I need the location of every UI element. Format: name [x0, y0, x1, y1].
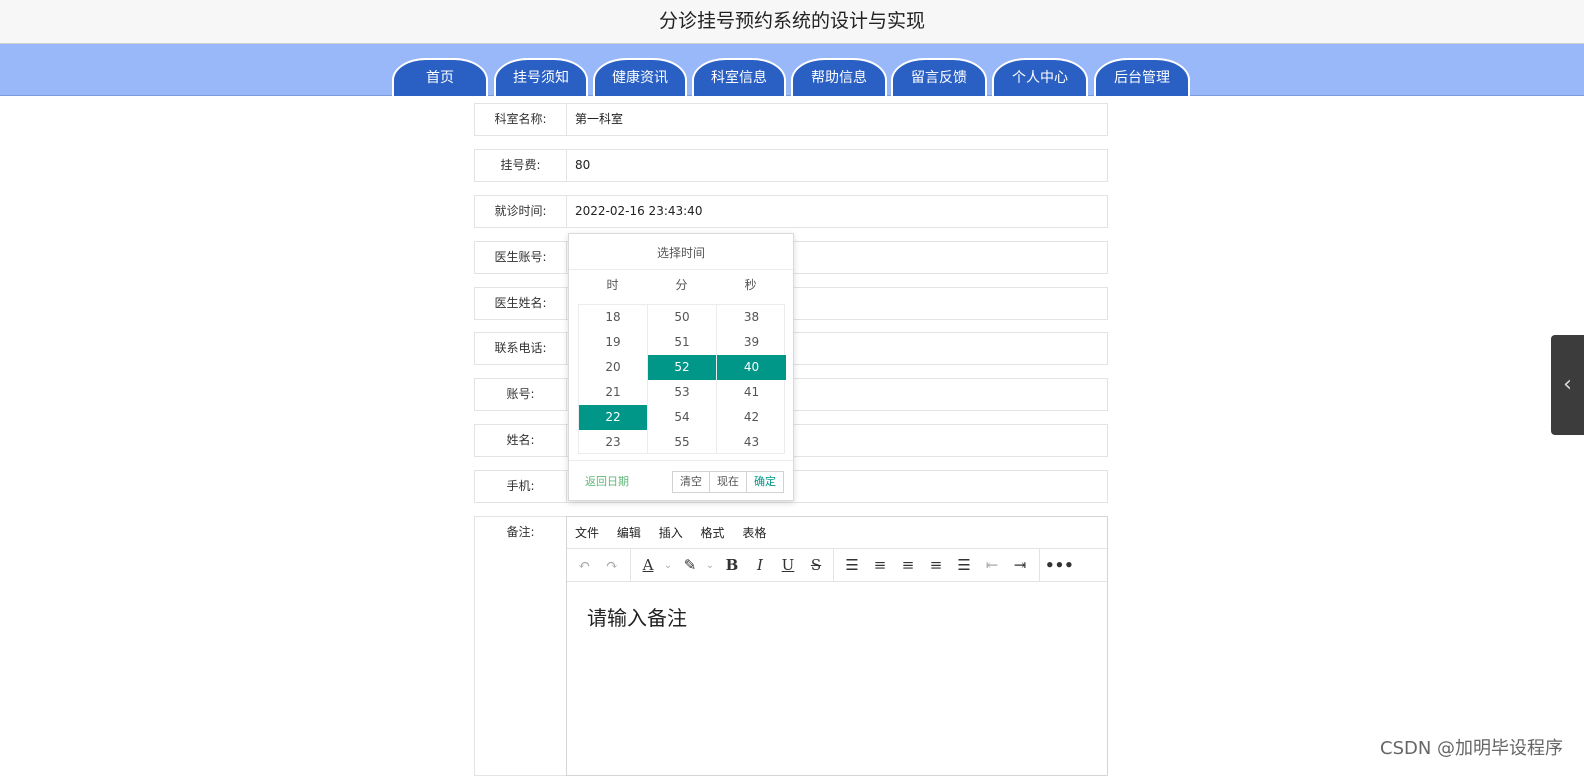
department-label: 科室名称: [474, 103, 567, 136]
second-option[interactable]: 42 [717, 405, 786, 430]
second-option[interactable]: 41 [717, 380, 786, 405]
align-right-icon[interactable]: ≡ [923, 549, 949, 582]
menu-table[interactable]: 表格 [742, 526, 766, 540]
fee-row: 挂号费: 80 [474, 149, 1108, 182]
hour-option[interactable]: 19 [579, 330, 647, 355]
menu-insert[interactable]: 插入 [659, 526, 683, 540]
editor-menubar: 文件 编辑 插入 格式 表格 [567, 517, 1107, 549]
more-icon[interactable]: ••• [1045, 549, 1074, 582]
second-option[interactable]: 39 [717, 330, 786, 355]
mobile-label: 手机: [474, 470, 567, 503]
nav-tab-registration-notice[interactable]: 挂号须知 [494, 58, 588, 96]
picker-title: 选择时间 [569, 234, 793, 270]
indent-icon[interactable]: ⇥ [1007, 549, 1033, 582]
account-label: 账号: [474, 378, 567, 411]
editor-content[interactable]: 请输入备注 [567, 582, 1107, 651]
second-column: 38 39 40 41 42 43 [717, 305, 786, 453]
nav-tab-health-news[interactable]: 健康资讯 [593, 58, 687, 96]
underline-icon[interactable]: U [775, 549, 801, 582]
bold-icon[interactable]: B [719, 549, 745, 582]
nav-tab-help[interactable]: 帮助信息 [791, 58, 887, 96]
phone-label: 联系电话: [474, 332, 567, 365]
back-to-date-link[interactable]: 返回日期 [585, 473, 629, 489]
nav-tab-feedback[interactable]: 留言反馈 [891, 58, 987, 96]
notes-label: 备注: [474, 516, 567, 776]
second-option[interactable]: 38 [717, 305, 786, 330]
minute-option[interactable]: 50 [648, 305, 716, 330]
editor-toolbar: ↶ ↷ A ⌄ ✎ ⌄ B I U S ☰ ≡ ≡ ≡ ☰ ⇤ ⇥ ••• [567, 549, 1107, 582]
clear-button[interactable]: 清空 [672, 471, 710, 493]
strikethrough-icon[interactable]: S [803, 549, 829, 582]
menu-edit[interactable]: 编辑 [617, 526, 641, 540]
name-label: 姓名: [474, 424, 567, 457]
hour-option-selected[interactable]: 22 [579, 405, 647, 430]
minute-column: 50 51 52 53 54 55 [648, 305, 717, 453]
minute-option[interactable]: 54 [648, 405, 716, 430]
italic-icon[interactable]: I [747, 549, 773, 582]
fee-label: 挂号费: [474, 149, 567, 182]
now-button[interactable]: 现在 [709, 471, 747, 493]
nav-tab-admin[interactable]: 后台管理 [1094, 58, 1190, 96]
picker-headers: 时 分 秒 [578, 276, 785, 296]
department-row: 科室名称: 第一科室 [474, 103, 1108, 136]
hour-header: 时 [606, 278, 619, 292]
hour-option[interactable]: 23 [579, 430, 647, 455]
page-title: 分诊挂号预约系统的设计与实现 [658, 10, 925, 32]
minute-option[interactable]: 55 [648, 430, 716, 455]
hour-option[interactable]: 18 [579, 305, 647, 330]
visit-time-field[interactable]: 2022-02-16 23:43:40 [566, 195, 1108, 228]
minute-option[interactable]: 51 [648, 330, 716, 355]
watermark: CSDN @加明毕设程序 [1380, 738, 1564, 759]
doctor-account-label: 医生账号: [474, 241, 567, 274]
confirm-button[interactable]: 确定 [746, 471, 784, 493]
align-justify-icon[interactable]: ☰ [951, 549, 977, 582]
align-center-icon[interactable]: ≡ [895, 549, 921, 582]
main-nav: 首页 挂号须知 健康资讯 科室信息 帮助信息 留言反馈 个人中心 后台管理 [0, 44, 1584, 96]
hour-column: 18 19 20 21 22 23 [579, 305, 648, 453]
visit-time-label: 就诊时间: [474, 195, 567, 228]
menu-format[interactable]: 格式 [701, 526, 725, 540]
nav-tab-home[interactable]: 首页 [392, 58, 488, 96]
notes-row: 备注: 文件 编辑 插入 格式 表格 ↶ ↷ A ⌄ ✎ ⌄ B I U S ☰… [474, 516, 1108, 776]
time-picker-popup: 选择时间 时 分 秒 18 19 20 21 22 23 50 51 52 53… [568, 233, 794, 501]
picker-columns: 18 19 20 21 22 23 50 51 52 53 54 55 38 3… [578, 304, 786, 454]
outdent-icon[interactable]: ⇤ [979, 549, 1005, 582]
fee-field[interactable]: 80 [566, 149, 1108, 182]
second-option-selected[interactable]: 40 [717, 355, 786, 380]
picker-footer: 返回日期 清空 现在 确定 [569, 460, 793, 500]
doctor-name-label: 医生姓名: [474, 287, 567, 320]
undo-icon[interactable]: ↶ [571, 549, 597, 582]
visit-time-row: 就诊时间: 2022-02-16 23:43:40 [474, 195, 1108, 228]
second-header: 秒 [744, 278, 757, 292]
hour-option[interactable]: 20 [579, 355, 647, 380]
second-option[interactable]: 43 [717, 430, 786, 455]
department-field[interactable]: 第一科室 [566, 103, 1108, 136]
top-header: 分诊挂号预约系统的设计与实现 [0, 0, 1584, 44]
align-left-icon[interactable]: ≡ [867, 549, 893, 582]
menu-file[interactable]: 文件 [575, 526, 599, 540]
minute-header: 分 [675, 278, 688, 292]
hour-option[interactable]: 21 [579, 380, 647, 405]
rich-text-editor: 文件 编辑 插入 格式 表格 ↶ ↷ A ⌄ ✎ ⌄ B I U S ☰ ≡ ≡… [566, 516, 1108, 776]
nav-tab-user-center[interactable]: 个人中心 [992, 58, 1088, 96]
minute-option-selected[interactable]: 52 [648, 355, 716, 380]
chevron-left-icon: ‹ [1563, 372, 1572, 397]
nav-tab-departments[interactable]: 科室信息 [692, 58, 786, 96]
side-collapse-tab[interactable]: ‹ [1551, 335, 1584, 435]
minute-option[interactable]: 53 [648, 380, 716, 405]
redo-icon[interactable]: ↷ [599, 549, 625, 582]
line-height-icon[interactable]: ☰ [839, 549, 865, 582]
